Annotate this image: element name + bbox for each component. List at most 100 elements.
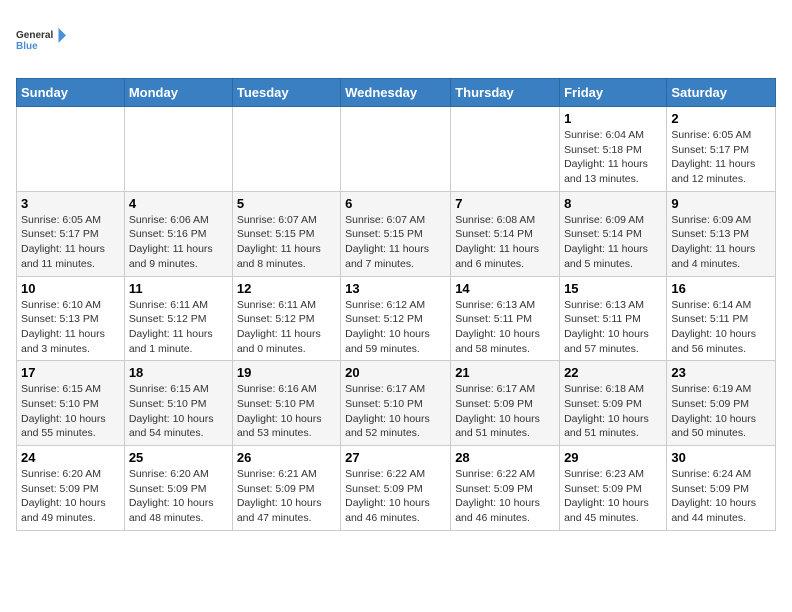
calendar-cell: 26 Sunrise: 6:21 AM Sunset: 5:09 PM Dayli… xyxy=(232,446,340,531)
day-number: 11 xyxy=(129,281,228,296)
column-header-friday: Friday xyxy=(560,79,667,107)
day-info: Sunrise: 6:13 AM Sunset: 5:11 PM Dayligh… xyxy=(564,298,662,357)
day-number: 23 xyxy=(671,365,771,380)
calendar-cell: 21 Sunrise: 6:17 AM Sunset: 5:09 PM Dayli… xyxy=(451,361,560,446)
calendar-cell: 29 Sunrise: 6:23 AM Sunset: 5:09 PM Dayli… xyxy=(560,446,667,531)
day-number: 1 xyxy=(564,111,662,126)
calendar-cell: 12 Sunrise: 6:11 AM Sunset: 5:12 PM Dayli… xyxy=(232,276,340,361)
calendar-cell: 9 Sunrise: 6:09 AM Sunset: 5:13 PM Daylig… xyxy=(667,191,776,276)
day-info: Sunrise: 6:14 AM Sunset: 5:11 PM Dayligh… xyxy=(671,298,771,357)
calendar-cell: 28Sunrise: 6:22 AM Sunset: 5:09 PM Dayli… xyxy=(451,446,560,531)
day-info: Sunrise: 6:07 AM Sunset: 5:15 PM Dayligh… xyxy=(237,213,336,272)
day-info: Sunrise: 6:21 AM Sunset: 5:09 PM Dayligh… xyxy=(237,467,336,526)
day-number: 9 xyxy=(671,196,771,211)
day-number: 26 xyxy=(237,450,336,465)
day-number: 2 xyxy=(671,111,771,126)
calendar-cell: 16 Sunrise: 6:14 AM Sunset: 5:11 PM Dayli… xyxy=(667,276,776,361)
calendar-cell xyxy=(451,107,560,192)
day-info: Sunrise: 6:22 AM Sunset: 5:09 PM Dayligh… xyxy=(455,467,555,526)
calendar-cell: 25Sunrise: 6:20 AM Sunset: 5:09 PM Dayli… xyxy=(124,446,232,531)
day-number: 8 xyxy=(564,196,662,211)
day-info: Sunrise: 6:24 AM Sunset: 5:09 PM Dayligh… xyxy=(671,467,771,526)
column-header-thursday: Thursday xyxy=(451,79,560,107)
day-number: 7 xyxy=(455,196,555,211)
day-info: Sunrise: 6:17 AM Sunset: 5:09 PM Dayligh… xyxy=(455,382,555,441)
day-info: Sunrise: 6:22 AM Sunset: 5:09 PM Dayligh… xyxy=(345,467,446,526)
calendar-cell: 1 Sunrise: 6:04 AM Sunset: 5:18 PM Daylig… xyxy=(560,107,667,192)
calendar-cell: 5 Sunrise: 6:07 AM Sunset: 5:15 PM Daylig… xyxy=(232,191,340,276)
day-number: 18 xyxy=(129,365,228,380)
calendar-cell: 20 Sunrise: 6:17 AM Sunset: 5:10 PM Dayli… xyxy=(341,361,451,446)
calendar-cell: 23 Sunrise: 6:19 AM Sunset: 5:09 PM Dayli… xyxy=(667,361,776,446)
column-header-wednesday: Wednesday xyxy=(341,79,451,107)
logo: General Blue xyxy=(16,16,66,66)
calendar-cell: 14 Sunrise: 6:13 AM Sunset: 5:11 PM Dayli… xyxy=(451,276,560,361)
day-number: 3 xyxy=(21,196,120,211)
calendar-table: SundayMondayTuesdayWednesdayThursdayFrid… xyxy=(16,78,776,531)
day-info: Sunrise: 6:17 AM Sunset: 5:10 PM Dayligh… xyxy=(345,382,446,441)
day-info: Sunrise: 6:13 AM Sunset: 5:11 PM Dayligh… xyxy=(455,298,555,357)
day-number: 4 xyxy=(129,196,228,211)
day-number: 6 xyxy=(345,196,446,211)
svg-text:Blue: Blue xyxy=(16,41,38,52)
calendar-cell: 18 Sunrise: 6:15 AM Sunset: 5:10 PM Dayli… xyxy=(124,361,232,446)
day-info: Sunrise: 6:09 AM Sunset: 5:14 PM Dayligh… xyxy=(564,213,662,272)
calendar-cell: 7 Sunrise: 6:08 AM Sunset: 5:14 PM Daylig… xyxy=(451,191,560,276)
day-info: Sunrise: 6:04 AM Sunset: 5:18 PM Dayligh… xyxy=(564,128,662,187)
day-info: Sunrise: 6:15 AM Sunset: 5:10 PM Dayligh… xyxy=(21,382,120,441)
column-header-sunday: Sunday xyxy=(17,79,125,107)
day-number: 22 xyxy=(564,365,662,380)
day-info: Sunrise: 6:10 AM Sunset: 5:13 PM Dayligh… xyxy=(21,298,120,357)
day-info: Sunrise: 6:07 AM Sunset: 5:15 PM Dayligh… xyxy=(345,213,446,272)
day-number: 14 xyxy=(455,281,555,296)
calendar-cell: 19Sunrise: 6:16 AM Sunset: 5:10 PM Dayli… xyxy=(232,361,340,446)
column-header-monday: Monday xyxy=(124,79,232,107)
logo-icon: General Blue xyxy=(16,16,66,66)
day-info: Sunrise: 6:20 AM Sunset: 5:09 PM Dayligh… xyxy=(129,467,228,526)
day-info: Sunrise: 6:23 AM Sunset: 5:09 PM Dayligh… xyxy=(564,467,662,526)
day-number: 10 xyxy=(21,281,120,296)
day-number: 27 xyxy=(345,450,446,465)
day-number: 16 xyxy=(671,281,771,296)
day-info: Sunrise: 6:12 AM Sunset: 5:12 PM Dayligh… xyxy=(345,298,446,357)
day-info: Sunrise: 6:18 AM Sunset: 5:09 PM Dayligh… xyxy=(564,382,662,441)
day-info: Sunrise: 6:20 AM Sunset: 5:09 PM Dayligh… xyxy=(21,467,120,526)
day-info: Sunrise: 6:05 AM Sunset: 5:17 PM Dayligh… xyxy=(21,213,120,272)
calendar-cell: 3 Sunrise: 6:05 AM Sunset: 5:17 PM Daylig… xyxy=(17,191,125,276)
day-info: Sunrise: 6:09 AM Sunset: 5:13 PM Dayligh… xyxy=(671,213,771,272)
day-info: Sunrise: 6:15 AM Sunset: 5:10 PM Dayligh… xyxy=(129,382,228,441)
calendar-cell: 6 Sunrise: 6:07 AM Sunset: 5:15 PM Daylig… xyxy=(341,191,451,276)
column-header-saturday: Saturday xyxy=(667,79,776,107)
day-info: Sunrise: 6:05 AM Sunset: 5:17 PM Dayligh… xyxy=(671,128,771,187)
calendar-cell: 30 Sunrise: 6:24 AM Sunset: 5:09 PM Dayli… xyxy=(667,446,776,531)
day-info: Sunrise: 6:06 AM Sunset: 5:16 PM Dayligh… xyxy=(129,213,228,272)
day-number: 21 xyxy=(455,365,555,380)
day-info: Sunrise: 6:11 AM Sunset: 5:12 PM Dayligh… xyxy=(237,298,336,357)
day-number: 13 xyxy=(345,281,446,296)
calendar-cell: 24 Sunrise: 6:20 AM Sunset: 5:09 PM Dayli… xyxy=(17,446,125,531)
calendar-cell xyxy=(341,107,451,192)
calendar-cell: 4 Sunrise: 6:06 AM Sunset: 5:16 PM Daylig… xyxy=(124,191,232,276)
calendar-cell: 11 Sunrise: 6:11 AM Sunset: 5:12 PM Dayli… xyxy=(124,276,232,361)
calendar-cell xyxy=(124,107,232,192)
day-number: 24 xyxy=(21,450,120,465)
day-number: 29 xyxy=(564,450,662,465)
calendar-cell xyxy=(17,107,125,192)
day-number: 5 xyxy=(237,196,336,211)
calendar-cell: 10 Sunrise: 6:10 AM Sunset: 5:13 PM Dayli… xyxy=(17,276,125,361)
calendar-cell: 15 Sunrise: 6:13 AM Sunset: 5:11 PM Dayli… xyxy=(560,276,667,361)
day-number: 12 xyxy=(237,281,336,296)
day-number: 30 xyxy=(671,450,771,465)
day-number: 15 xyxy=(564,281,662,296)
calendar-cell: 8 Sunrise: 6:09 AM Sunset: 5:14 PM Daylig… xyxy=(560,191,667,276)
day-info: Sunrise: 6:11 AM Sunset: 5:12 PM Dayligh… xyxy=(129,298,228,357)
calendar-cell: 22 Sunrise: 6:18 AM Sunset: 5:09 PM Dayli… xyxy=(560,361,667,446)
day-info: Sunrise: 6:19 AM Sunset: 5:09 PM Dayligh… xyxy=(671,382,771,441)
page-header: General Blue xyxy=(16,16,776,66)
column-header-tuesday: Tuesday xyxy=(232,79,340,107)
calendar-cell xyxy=(232,107,340,192)
calendar-cell: 2 Sunrise: 6:05 AM Sunset: 5:17 PM Daylig… xyxy=(667,107,776,192)
day-number: 20 xyxy=(345,365,446,380)
day-info: Sunrise: 6:08 AM Sunset: 5:14 PM Dayligh… xyxy=(455,213,555,272)
calendar-cell: 17Sunrise: 6:15 AM Sunset: 5:10 PM Dayli… xyxy=(17,361,125,446)
